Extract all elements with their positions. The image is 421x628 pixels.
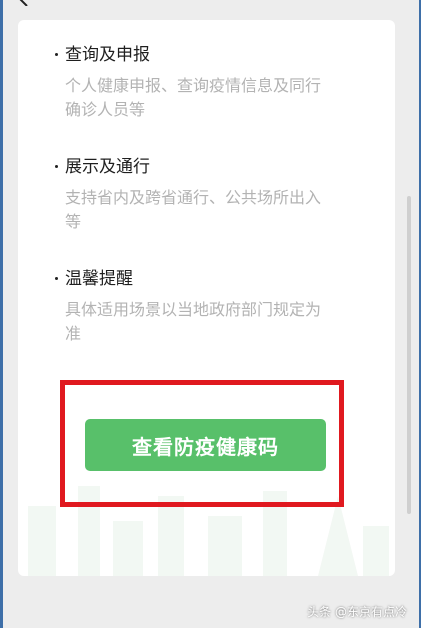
bullet-dot (55, 53, 58, 56)
section-title: 温馨提醒 (55, 268, 365, 290)
section-display: 展示及通行 支持省内及跨省通行、公共场所出入等 (55, 156, 365, 234)
section-description: 支持省内及跨省通行、公共场所出入等 (65, 188, 322, 231)
section-description: 具体适用场景以当地政府部门规定为准 (65, 300, 322, 343)
bullet-dot (55, 165, 58, 168)
section-reminder: 温馨提醒 具体适用场景以当地政府部门规定为准 (55, 268, 365, 346)
section-title: 查询及申报 (55, 44, 365, 66)
watermark-text: 头条 @东京有点冷 (307, 605, 407, 619)
section-title: 展示及通行 (55, 156, 365, 178)
section-description: 个人健康申报、查询疫情信息及同行确诊人员等 (65, 76, 322, 119)
scrollbar-thumb[interactable] (407, 196, 411, 514)
chevron-left-icon[interactable] (18, 0, 30, 6)
highlight-annotation-box (60, 380, 344, 507)
bullet-dot (55, 277, 58, 280)
section-query: 查询及申报 个人健康申报、查询疫情信息及同行确诊人员等 (55, 44, 365, 122)
